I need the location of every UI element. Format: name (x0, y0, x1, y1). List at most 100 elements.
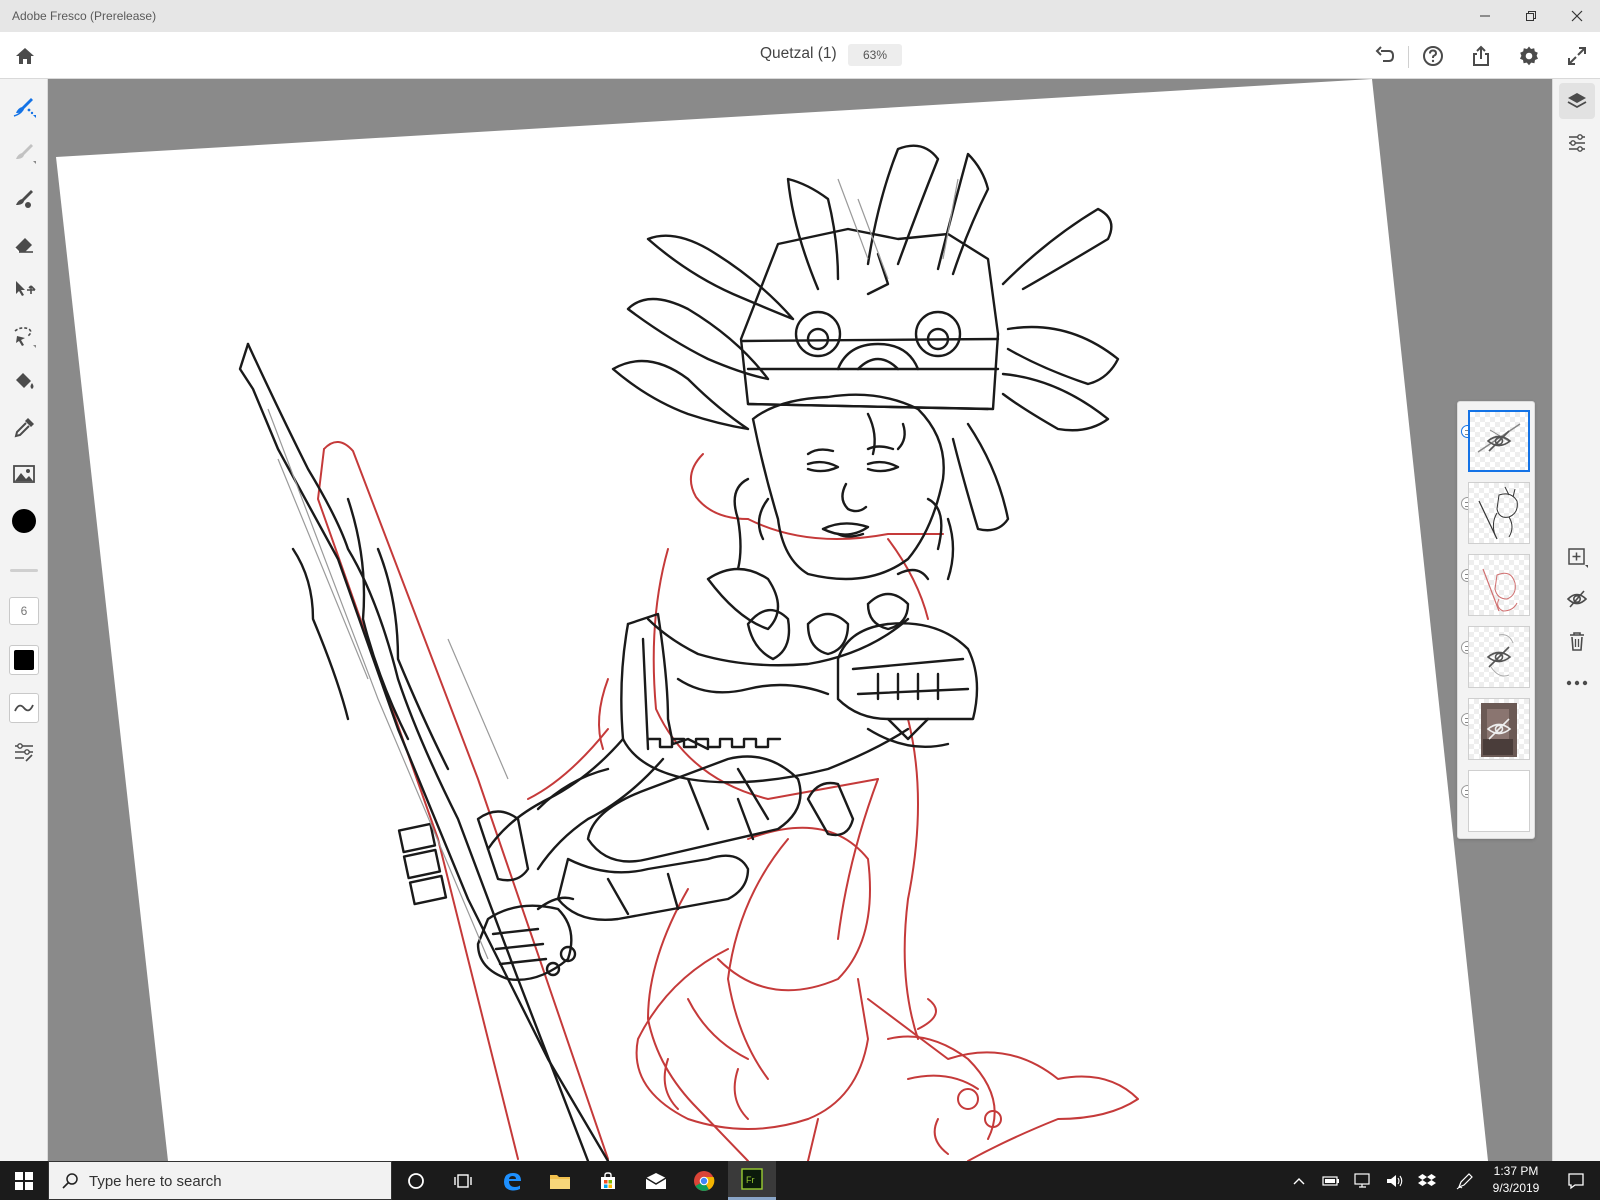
layer-thumbnail-2[interactable] (1468, 482, 1530, 544)
app-toolbar: Quetzal (1) 63% (0, 32, 1600, 79)
layer-preview-lineart (1478, 486, 1518, 540)
brush-size-control[interactable]: 6 (9, 597, 39, 625)
task-view-icon (454, 1173, 472, 1188)
eraser-icon (14, 238, 33, 253)
task-view-button[interactable] (440, 1161, 488, 1200)
layer-thumbnail-1[interactable] (1468, 410, 1530, 472)
window-title: Adobe Fresco (Prerelease) (12, 9, 157, 23)
taskbar-clock[interactable]: 1:37 PM 9/3/2019 (1486, 1163, 1546, 1197)
layers-icon (1567, 93, 1587, 109)
pen-icon (1456, 1173, 1473, 1190)
start-button[interactable] (0, 1161, 48, 1200)
close-button[interactable] (1554, 0, 1600, 32)
layer-thumbnail-6[interactable] (1468, 770, 1530, 832)
chevron-up-icon (1293, 1178, 1305, 1185)
clock-date: 9/3/2019 (1492, 1181, 1540, 1195)
lasso-icon (14, 327, 36, 348)
clock-time: 1:37 PM (1493, 1164, 1539, 1178)
layer-thumbnail-5[interactable] (1468, 698, 1530, 760)
home-icon (16, 48, 34, 64)
network-tray-button[interactable] (1354, 1172, 1372, 1190)
window-title-bar: Adobe Fresco (Prerelease) (0, 0, 1600, 32)
taskbar-search-box[interactable]: Type here to search (48, 1161, 392, 1200)
eye-off-icon (1566, 590, 1588, 608)
eyedropper-icon (14, 418, 34, 438)
color-picker[interactable] (6, 503, 42, 539)
image-icon (13, 465, 35, 483)
live-brush-icon (13, 98, 36, 118)
search-icon (62, 1173, 78, 1189)
fullscreen-button[interactable] (1562, 42, 1592, 70)
settings-button[interactable] (1514, 42, 1544, 70)
layers-tab[interactable] (1559, 83, 1595, 119)
lasso-selection-tool[interactable] (6, 318, 42, 354)
zoom-level[interactable]: 63% (848, 44, 902, 66)
pixel-brush-tool[interactable] (6, 180, 42, 216)
brush-color-swatch[interactable] (9, 645, 39, 675)
tool-divider (10, 569, 38, 572)
share-icon (1473, 45, 1489, 66)
sliders-icon (1569, 134, 1585, 152)
edge-icon (504, 1172, 521, 1190)
dropbox-tray-button[interactable] (1418, 1172, 1436, 1190)
dropbox-icon (1418, 1174, 1436, 1186)
microsoft-store-button[interactable] (584, 1161, 632, 1200)
home-button[interactable] (9, 43, 41, 69)
eyedropper-tool[interactable] (6, 410, 42, 446)
toolbar-divider (1408, 46, 1409, 68)
pen-ink-tray-button[interactable] (1456, 1172, 1474, 1190)
file-explorer-button[interactable] (536, 1161, 584, 1200)
restore-button[interactable] (1508, 0, 1554, 32)
minimize-icon (1480, 15, 1490, 17)
hide-layer-button[interactable] (1559, 581, 1595, 617)
more-options-button[interactable] (1559, 665, 1595, 701)
cortana-button[interactable] (392, 1161, 440, 1200)
eraser-tool[interactable] (6, 226, 42, 262)
restore-icon (1526, 11, 1536, 21)
pixel-brush-icon (16, 190, 33, 208)
speaker-icon (1387, 1175, 1403, 1187)
live-brush-tool[interactable] (6, 88, 42, 124)
brush-settings-tool[interactable] (6, 734, 42, 770)
sliders-icon (15, 743, 33, 762)
watercolor-brush-tool[interactable] (6, 134, 42, 170)
undo-icon (1375, 46, 1395, 62)
add-layer-icon (1568, 548, 1588, 568)
layer-properties-tab[interactable] (1559, 125, 1595, 161)
drawing-canvas[interactable] (48, 79, 1552, 1161)
help-icon (1423, 46, 1443, 66)
drawing-canvas-area[interactable] (48, 79, 1552, 1161)
gear-icon (1520, 46, 1538, 66)
fill-tool[interactable] (6, 364, 42, 400)
adobe-fresco-taskbar-button[interactable]: Fr (728, 1161, 776, 1200)
layer-thumbnail-3[interactable] (1468, 554, 1530, 616)
volume-tray-button[interactable] (1386, 1172, 1404, 1190)
show-hidden-icons-button[interactable] (1290, 1172, 1308, 1190)
edge-browser-button[interactable] (488, 1161, 536, 1200)
mail-button[interactable] (632, 1161, 680, 1200)
fresco-app-icon: Fr (741, 1168, 763, 1190)
search-placeholder: Type here to search (89, 1173, 222, 1190)
undo-button[interactable] (1370, 42, 1400, 70)
help-button[interactable] (1418, 42, 1448, 70)
brush-smoothing-control[interactable] (9, 693, 39, 723)
chrome-icon (694, 1170, 715, 1191)
wave-icon (14, 704, 34, 712)
move-transform-icon (16, 281, 36, 296)
document-title[interactable]: Quetzal (1) (760, 45, 837, 63)
battery-tray-button[interactable] (1322, 1172, 1340, 1190)
chrome-button[interactable] (680, 1161, 728, 1200)
tools-panel: 6 (0, 79, 48, 1161)
layer-thumbnail-4[interactable] (1468, 626, 1530, 688)
svg-text:Fr: Fr (746, 1175, 755, 1185)
battery-icon (1322, 1176, 1339, 1186)
transform-tool[interactable] (6, 272, 42, 308)
add-layer-button[interactable] (1559, 539, 1595, 575)
delete-layer-button[interactable] (1559, 623, 1595, 659)
minimize-button[interactable] (1462, 0, 1508, 32)
action-center-button[interactable] (1552, 1161, 1600, 1200)
share-button[interactable] (1466, 42, 1496, 70)
layer-preview-red (1482, 568, 1518, 612)
network-icon (1354, 1173, 1370, 1188)
place-image-tool[interactable] (6, 456, 42, 492)
